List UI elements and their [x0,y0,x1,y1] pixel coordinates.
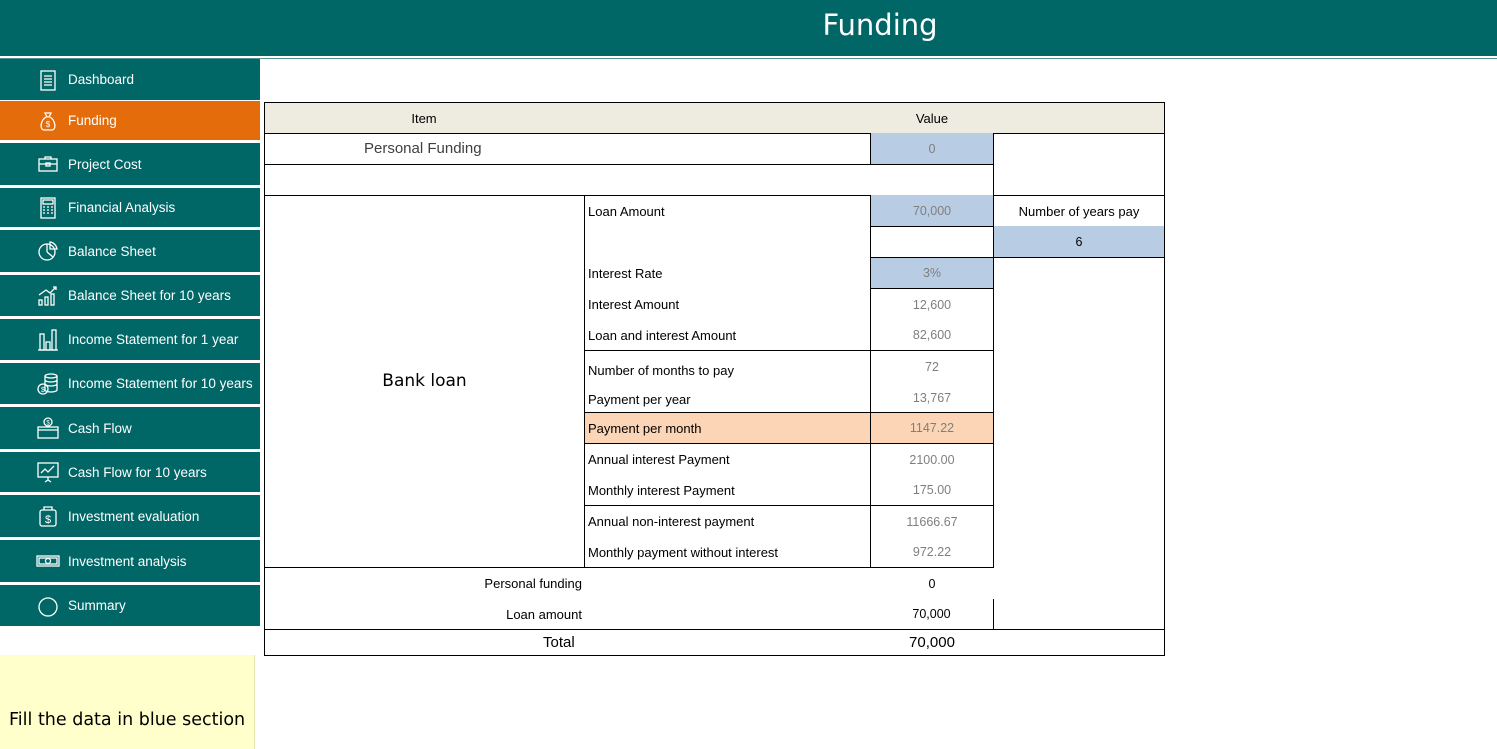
sidebar-item-label: Income Statement for 10 years [68,376,253,391]
sidebar-item-label: Financial Analysis [68,200,176,215]
blank-right-column [994,258,1165,629]
header-spacer-right [994,102,1165,134]
app-header [0,0,1497,56]
summary-personal-value: 0 [928,576,936,591]
circle-icon [36,594,60,618]
dollar-jar-icon: $ [36,504,60,528]
svg-text:$: $ [45,514,51,526]
sidebar-item-label: Summary [68,598,126,613]
total-value: 70,000 [870,629,994,656]
calculator-icon [36,196,60,220]
sidebar-item-investment-analysis[interactable]: Investment analysis [0,540,260,582]
annual-noninterest-label: Annual non-interest payment [588,514,755,529]
blank-value-cell [870,226,994,258]
instruction-note: Fill the data in blue section [0,655,255,749]
sidebar-item-cash-flow[interactable]: $ Cash Flow [0,407,260,449]
total-right [994,629,1165,656]
sidebar-item-funding[interactable]: $ Funding [0,101,260,140]
banknote-icon [36,549,60,573]
blank-right-block [994,133,1165,196]
interest-rate-label: Interest Rate [588,266,663,281]
interest-amount-label: Interest Amount [588,297,680,312]
monthly-interest-value: 175.00 [870,475,994,506]
sidebar-item-balance-sheet[interactable]: Balance Sheet [0,230,260,272]
months-label: Number of months to pay [588,363,734,378]
money-bag-icon: $ [36,109,60,133]
summary-loan-label: Loan amount [264,599,583,630]
header-value: Value [870,102,994,134]
monthly-interest-label: Monthly interest Payment [585,475,870,506]
summary-loan-right [994,599,1165,630]
sidebar-item-label: Project Cost [68,156,142,172]
interest-amount-value: 12,600 [870,289,994,320]
payment-month-value: 1147.22 [870,412,994,444]
instruction-note-text: Fill the data in blue section [9,710,246,730]
header-spacer [583,102,870,134]
wallet-icon: $ [36,416,60,440]
header-item: Item [264,102,583,134]
empty-row [264,164,994,196]
sidebar-item-label: Cash Flow [68,420,132,436]
svg-text:$: $ [46,120,51,129]
annual-interest-value: 2100.00 [870,444,994,475]
coins-stack-icon: $ [36,372,60,396]
annual-interest-label: Annual interest Payment [588,452,730,467]
loan-amount-input[interactable]: 70,000 [870,195,994,227]
summary-loan-spacer [583,599,870,630]
svg-text:$: $ [41,387,45,394]
personal-funding-input[interactable]: 0 [870,133,994,165]
loan-interest-value: 82,600 [870,320,994,351]
summary-loan-value: 70,000 [870,599,994,630]
sidebar-item-summary[interactable]: Summary [0,585,260,626]
sidebar-item-label: Investment analysis [68,553,187,569]
sidebar-item-income-statement-10-years[interactable]: $ Income Statement for 10 years [0,363,260,404]
sidebar-item-income-statement-1-year[interactable]: Income Statement for 1 year [0,319,260,360]
sidebar-item-label: Balance Sheet [68,243,156,259]
bank-loan-label: Bank loan [264,195,585,568]
dashboard-icon [36,68,60,92]
presentation-chart-icon [36,460,60,484]
sidebar-item-label: Investment evaluation [68,508,200,524]
summary-personal-label: Personal funding [264,568,583,599]
sidebar-item-label: Funding [68,113,117,128]
sidebar-item-label: Cash Flow for 10 years [68,464,207,480]
years-label: Number of years pay [994,195,1165,227]
months-value: 72 [870,351,994,382]
pie-chart-icon [36,239,60,263]
loan-amount-label: Loan Amount [588,203,665,219]
payment-month-label: Payment per month [585,412,870,444]
growth-bars-icon [36,284,60,308]
payment-year-value: 13,767 [870,382,994,413]
personal-funding-label: Personal Funding [264,133,870,165]
years-input[interactable]: 6 [994,226,1165,258]
page-title: Funding [822,8,938,42]
sidebar-item-label: Dashboard [68,72,135,87]
sidebar-item-cash-flow-10-years[interactable]: Cash Flow for 10 years [0,452,260,492]
sidebar-item-balance-sheet-10-years[interactable]: Balance Sheet for 10 years [0,275,260,316]
annual-noninterest-value: 11666.67 [870,506,994,537]
monthly-nointerest-value: 972.22 [870,537,994,568]
total-label: Total [264,629,870,656]
sidebar-item-label: Income Statement for 1 year [68,332,239,347]
briefcase-icon [36,152,60,176]
sidebar-item-financial-analysis[interactable]: Financial Analysis [0,188,260,227]
payment-year-label: Payment per year [588,392,691,407]
sidebar-item-dashboard[interactable]: Dashboard [0,59,260,100]
interest-rate-input[interactable]: 3% [870,258,994,289]
monthly-nointerest-label: Monthly payment without interest [585,537,870,568]
sidebar-item-investment-evaluation[interactable]: $ Investment evaluation [0,495,260,537]
sidebar-item-project-cost[interactable]: Project Cost [0,143,260,185]
loan-interest-label: Loan and interest Amount [585,320,870,351]
sidebar-item-label: Balance Sheet for 10 years [68,288,231,303]
bar-chart-icon [36,328,60,352]
